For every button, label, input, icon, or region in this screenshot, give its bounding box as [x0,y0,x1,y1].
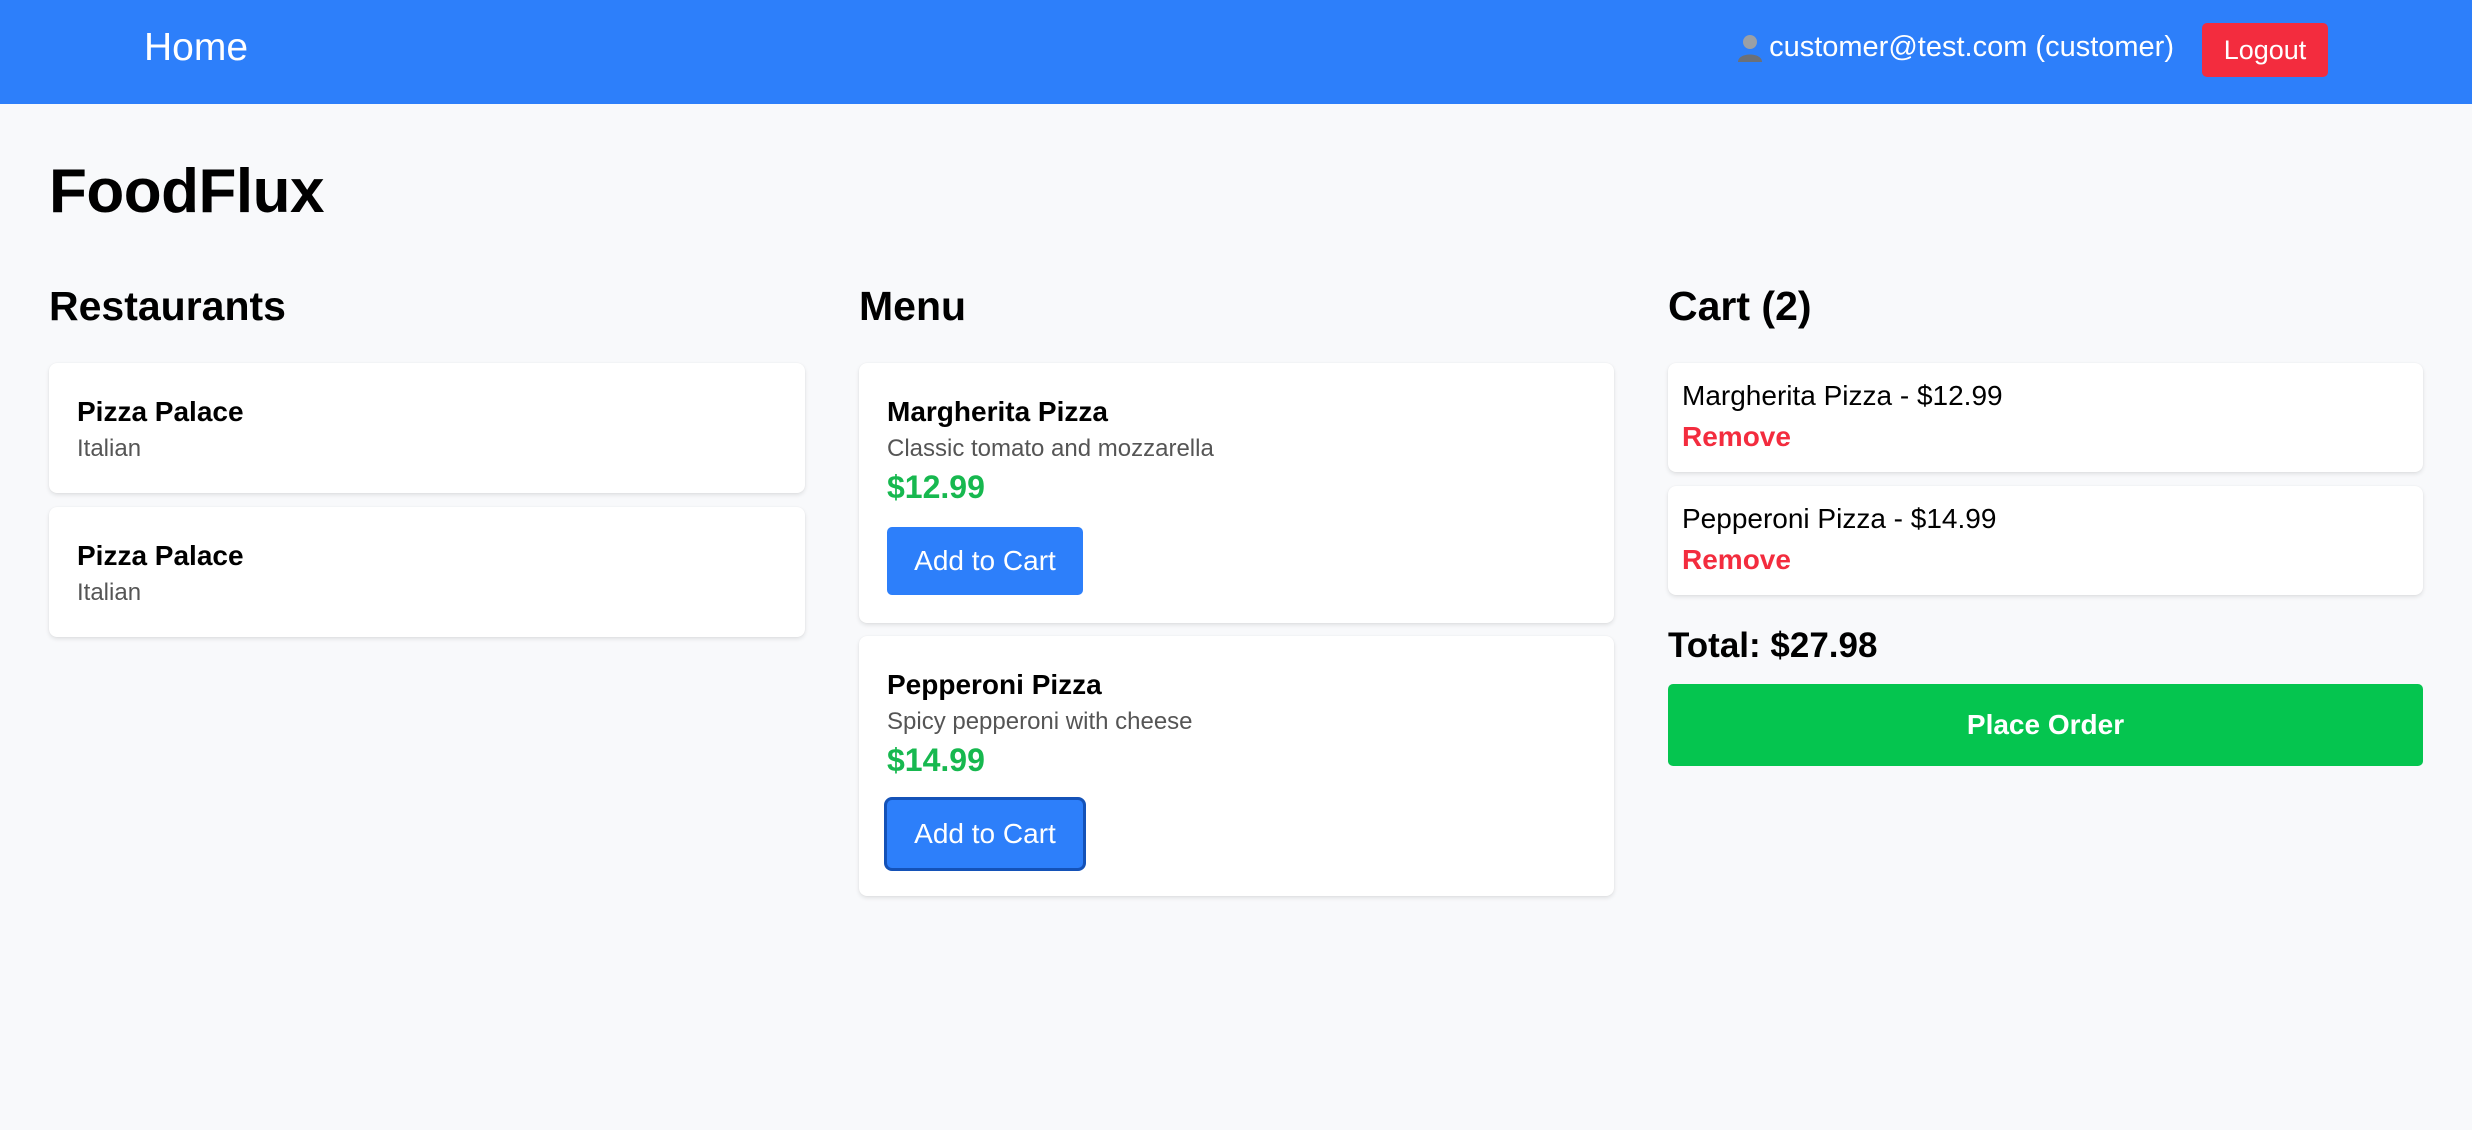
user-info: customer@test.com (customer) [1737,31,2174,64]
cart-item-text: Pepperoni Pizza - $14.99 [1682,503,1997,534]
cart-total: Total: $27.98 [1668,626,1878,665]
menu-item-card: Pepperoni Pizza Spicy pepperoni with che… [859,636,1614,896]
add-to-cart-button[interactable]: Add to Cart [887,800,1083,868]
remove-button[interactable]: Remove [1682,544,1791,576]
page-title: FoodFlux [49,157,324,226]
menu-item-name: Pepperoni Pizza [887,669,1102,700]
menu-item-description: Spicy pepperoni with cheese [887,708,1193,735]
restaurant-card[interactable]: Pizza Palace Italian [49,363,805,493]
menu-item-card: Margherita Pizza Classic tomato and mozz… [859,363,1614,623]
cart-item: Pepperoni Pizza - $14.99 Remove [1668,486,2423,595]
restaurant-name: Pizza Palace [77,540,244,571]
navbar: Home customer@test.com (customer) Logout [0,0,2472,104]
restaurant-cuisine: Italian [77,435,142,462]
cart-item: Margherita Pizza - $12.99 Remove [1668,363,2423,472]
restaurants-heading: Restaurants [49,283,286,329]
restaurant-name: Pizza Palace [77,396,244,427]
menu-heading: Menu [859,283,967,329]
menu-item-price: $12.99 [887,469,985,505]
add-to-cart-button[interactable]: Add to Cart [887,527,1083,595]
logout-button[interactable]: Logout [2202,23,2328,77]
remove-button[interactable]: Remove [1682,421,1791,453]
menu-item-name: Margherita Pizza [887,396,1108,427]
cart-item-text: Margherita Pizza - $12.99 [1682,380,2003,411]
restaurant-card[interactable]: Pizza Palace Italian [49,507,805,637]
user-icon [1737,33,1763,63]
cart-heading: Cart (2) [1668,283,1812,329]
place-order-button[interactable]: Place Order [1668,684,2423,766]
home-link[interactable]: Home [144,26,248,70]
user-email-label: customer@test.com (customer) [1769,31,2174,63]
menu-item-price: $14.99 [887,742,985,778]
menu-item-description: Classic tomato and mozzarella [887,435,1214,462]
restaurant-cuisine: Italian [77,579,142,606]
